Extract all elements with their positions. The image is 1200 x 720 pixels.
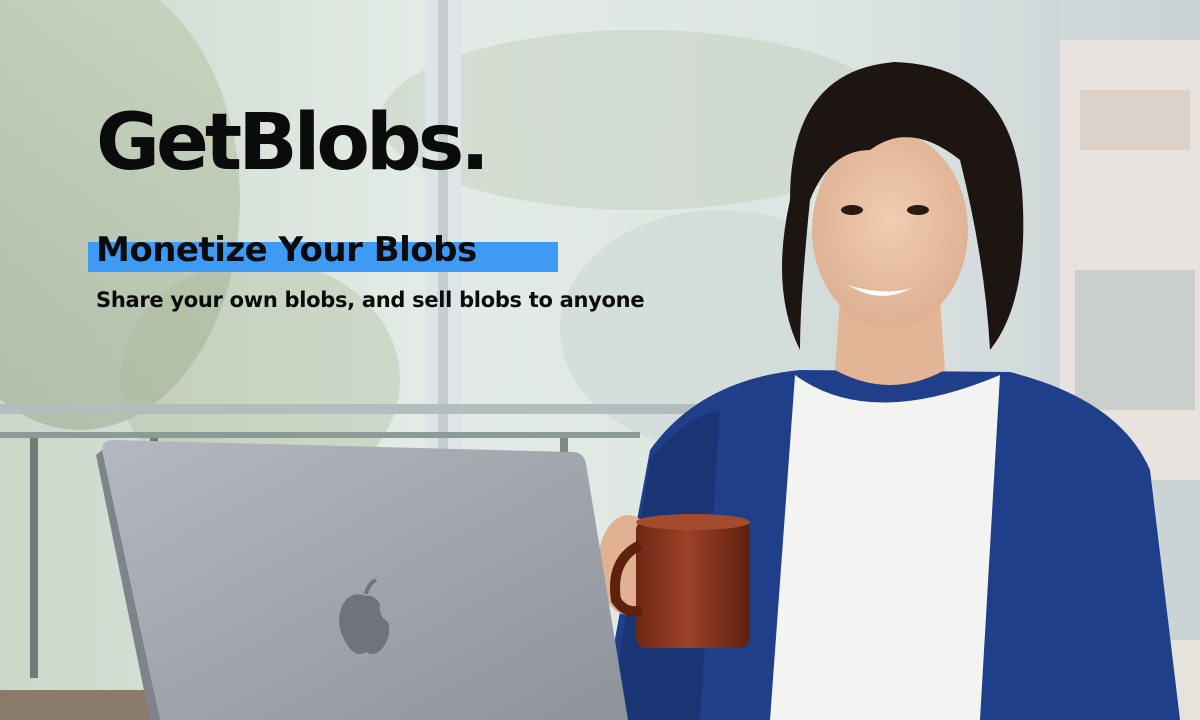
- tagline-container: Monetize Your Blobs: [88, 228, 644, 272]
- brand-title: GetBlobs.: [96, 98, 490, 188]
- laptop: [96, 440, 628, 720]
- tagline: Monetize Your Blobs: [96, 230, 477, 270]
- subline: Share your own blobs, and sell blobs to …: [96, 288, 645, 312]
- hero-text: GetBlobs. Monetize Your Blobs Share your…: [88, 98, 645, 312]
